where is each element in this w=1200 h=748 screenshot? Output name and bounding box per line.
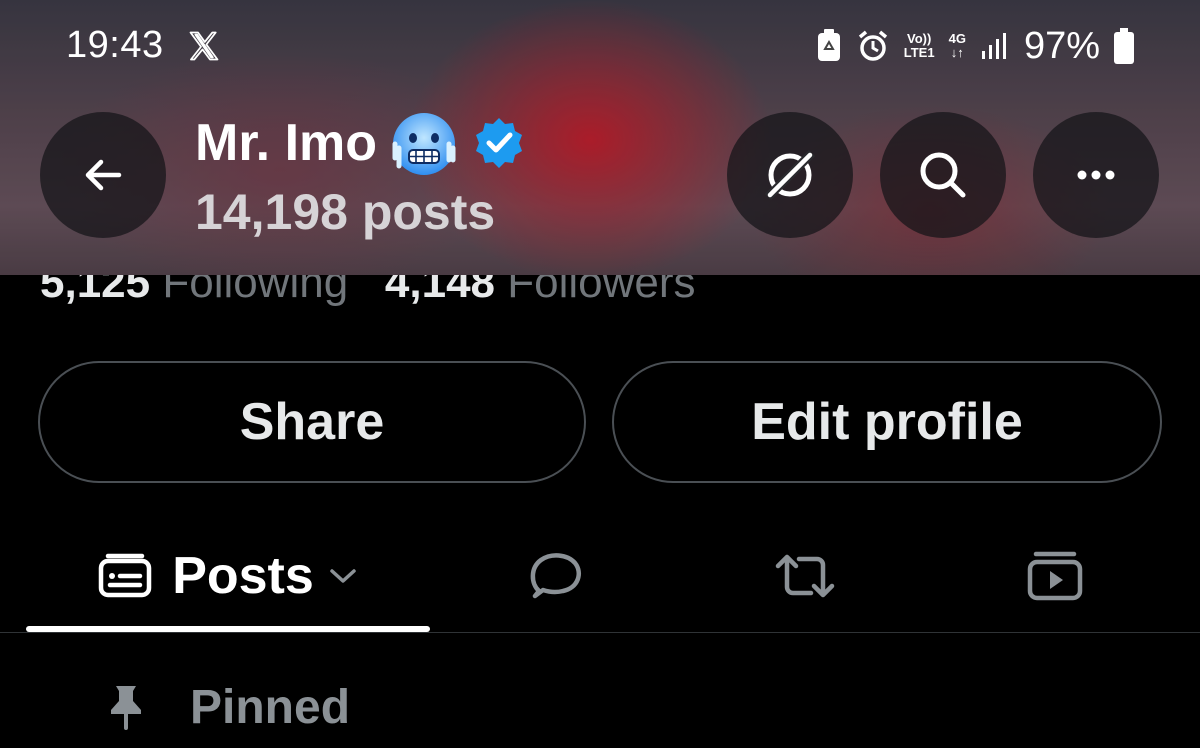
chevron-down-icon[interactable] xyxy=(328,566,358,586)
pinned-header: Pinned xyxy=(106,672,350,742)
tabs-divider xyxy=(0,632,1200,633)
search-icon xyxy=(920,152,966,198)
post-count: 14,198 posts xyxy=(195,184,496,240)
grok-button[interactable] xyxy=(727,112,853,238)
grok-icon xyxy=(764,149,816,201)
tab-replies[interactable] xyxy=(430,520,680,632)
tab-posts-label: Posts xyxy=(172,547,314,605)
tab-media[interactable] xyxy=(930,520,1180,632)
search-button[interactable] xyxy=(880,112,1006,238)
alarm-icon xyxy=(858,30,887,61)
media-icon xyxy=(1027,551,1083,601)
profile-tabs: Posts xyxy=(0,520,1200,632)
replies-icon xyxy=(530,553,581,599)
profile-name-row: Mr. Imo xyxy=(195,108,527,178)
more-icon xyxy=(1077,170,1115,180)
more-options-button[interactable] xyxy=(1033,112,1159,238)
volte-indicator: Vo)) LTE1 xyxy=(903,31,935,60)
status-time: 19:43 xyxy=(66,24,164,66)
back-button[interactable] xyxy=(40,112,166,238)
signal-icon xyxy=(981,33,1006,59)
posts-icon xyxy=(98,553,152,598)
battery-saver-icon xyxy=(817,29,840,61)
status-icons: Vo)) LTE1 4G ↓↑ 97% xyxy=(816,24,1134,68)
arrow-left-icon xyxy=(85,159,122,191)
cold-face-emoji xyxy=(392,113,456,175)
status-bar: 19:43 Vo)) LTE1 4G ↓↑ 97% xyxy=(0,18,1200,73)
pinned-label: Pinned xyxy=(190,680,351,734)
battery-icon xyxy=(1114,28,1134,64)
verified-badge-icon xyxy=(476,118,523,168)
pin-icon xyxy=(111,686,141,730)
battery-percent: 97% xyxy=(1023,24,1100,67)
reposts-icon xyxy=(775,554,835,598)
share-button[interactable]: Share xyxy=(38,361,586,483)
network-type-indicator: 4G ↓↑ xyxy=(948,31,966,60)
edit-profile-button[interactable]: Edit profile xyxy=(612,361,1162,483)
profile-banner: 19:43 Vo)) LTE1 4G ↓↑ 97% Mr. Imo 14,198… xyxy=(0,0,1200,275)
x-logo-icon xyxy=(189,31,219,61)
tab-posts[interactable]: Posts xyxy=(26,520,430,632)
tab-reposts[interactable] xyxy=(680,520,930,632)
profile-name: Mr. Imo xyxy=(195,114,378,172)
